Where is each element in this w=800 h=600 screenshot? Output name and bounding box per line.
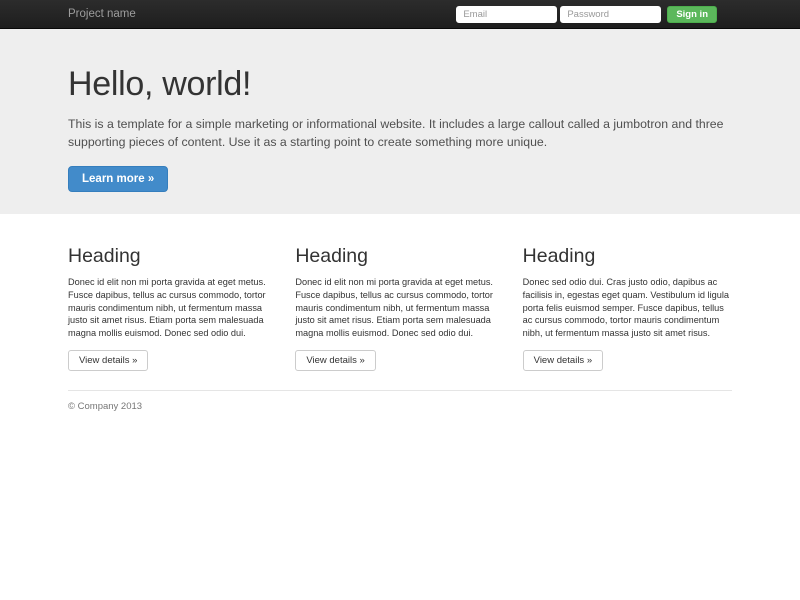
marketing-column-2: Heading Donec id elit non mi porta gravi… (295, 235, 504, 372)
password-input[interactable] (560, 5, 662, 23)
column-text: Donec sed odio dui. Cras justo odio, dap… (522, 277, 729, 338)
marketing-column-1: Heading Donec id elit non mi porta gravi… (68, 235, 277, 372)
column-text: Donec id elit non mi porta gravida at eg… (68, 277, 266, 338)
page-footer: © Company 2013 (68, 390, 732, 412)
jumbotron-title: Hello, world! (68, 65, 252, 103)
view-details-button-3[interactable]: View details » (522, 350, 604, 372)
email-input[interactable] (456, 5, 558, 23)
view-details-button-2[interactable]: View details » (295, 350, 376, 372)
column-heading: Heading (522, 245, 596, 268)
view-details-button-1[interactable]: View details » (68, 350, 149, 372)
marketing-column-3: Heading Donec sed odio dui. Cras justo o… (522, 235, 732, 372)
marketing-row: Heading Donec id elit non mi porta gravi… (68, 214, 732, 372)
main-content: Heading Donec id elit non mi porta gravi… (68, 214, 732, 412)
navbar: Project name Sign in (0, 0, 800, 29)
jumbotron: Hello, world! This is a template for a s… (0, 29, 800, 215)
copyright-text: © Company 2013 (68, 401, 143, 413)
signin-form: Sign in (456, 5, 717, 23)
footer-divider (68, 390, 732, 392)
column-heading: Heading (68, 245, 141, 268)
navbar-brand[interactable]: Project name (68, 0, 136, 29)
learn-more-button[interactable]: Learn more » (68, 166, 169, 193)
navbar-container: Project name Sign in (68, 0, 732, 29)
column-text: Donec id elit non mi porta gravida at eg… (295, 277, 493, 338)
sign-in-button[interactable]: Sign in (667, 5, 717, 23)
jumbotron-description: This is a template for a simple marketin… (68, 116, 724, 149)
jumbotron-container: Hello, world! This is a template for a s… (68, 65, 732, 193)
column-heading: Heading (295, 245, 368, 268)
